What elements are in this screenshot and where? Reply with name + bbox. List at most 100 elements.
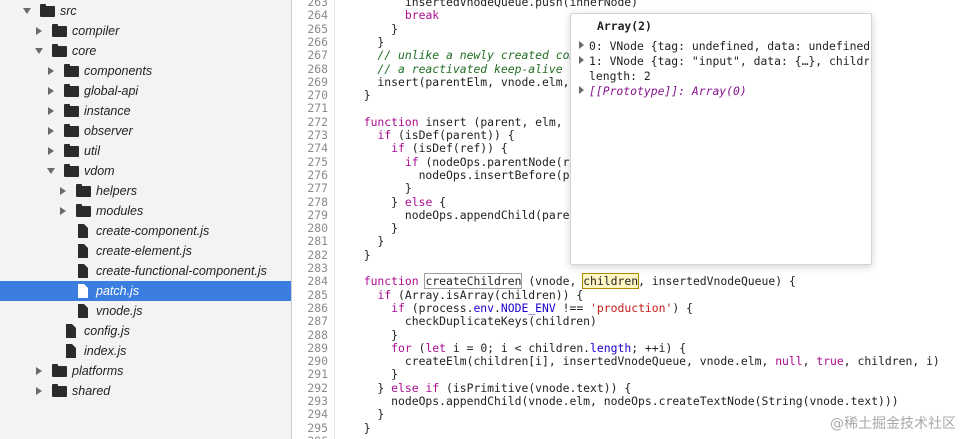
code-line: }: [350, 181, 412, 196]
tree-item-core[interactable]: core: [0, 41, 291, 61]
tree-item-observer[interactable]: observer: [0, 121, 291, 141]
tree-item-label: create-element.js: [96, 244, 192, 258]
expand-arrow-icon[interactable]: [579, 41, 584, 49]
line-number: 268: [307, 61, 328, 76]
line-number: 292: [307, 380, 328, 395]
tree-item-shared[interactable]: shared: [0, 381, 291, 401]
chevron-right-icon[interactable]: [36, 387, 42, 395]
folder-icon: [64, 84, 79, 97]
variable-inspector-popover[interactable]: Array(2) 0: VNode {tag: undefined, data:…: [570, 13, 872, 265]
tree-item-label: index.js: [84, 344, 127, 358]
code-line: break: [404, 8, 440, 23]
tree-item-label: patch.js: [96, 284, 140, 298]
folder-icon: [76, 204, 91, 217]
folder-icon: [52, 44, 67, 57]
array-prototype[interactable]: [[Prototype]]: Array(0): [579, 84, 869, 98]
tree-item-label: vdom: [84, 164, 115, 178]
tree-item-label: helpers: [96, 184, 137, 198]
line-number: 285: [307, 287, 328, 302]
code-line: } else if (isPrimitive(vnode.text)) {: [350, 380, 632, 395]
line-number: 269: [307, 74, 328, 89]
line-number: 273: [307, 128, 328, 142]
tree-item-util[interactable]: util: [0, 141, 291, 161]
line-number: 283: [307, 261, 328, 275]
chevron-down-icon[interactable]: [23, 8, 31, 14]
code-line: }: [350, 420, 371, 435]
tree-item-vnode-js[interactable]: vnode.js: [0, 301, 291, 321]
line-number: 289: [307, 340, 328, 355]
code-line: } else {: [350, 194, 447, 209]
line-number: 278: [307, 194, 328, 209]
chevron-right-icon[interactable]: [36, 27, 42, 35]
file-icon: [78, 304, 88, 318]
tree-item-instance[interactable]: instance: [0, 101, 291, 121]
code-line: }: [350, 407, 385, 422]
line-number: 270: [307, 88, 328, 103]
code-line: }: [350, 367, 399, 382]
line-number: 286: [307, 300, 328, 315]
chevron-right-icon[interactable]: [48, 147, 54, 155]
chevron-right-icon[interactable]: [60, 207, 66, 215]
folder-icon: [64, 144, 79, 157]
array-item-1[interactable]: 1: VNode {tag: "input", data: {…}, child…: [579, 54, 869, 68]
file-icon: [78, 264, 88, 278]
expand-arrow-icon[interactable]: [579, 86, 584, 94]
code-line: }: [350, 21, 399, 36]
tree-item-patch-js[interactable]: patch.js: [0, 281, 291, 301]
chevron-right-icon[interactable]: [48, 87, 54, 95]
tree-item-global-api[interactable]: global-api: [0, 81, 291, 101]
chevron-down-icon[interactable]: [47, 168, 55, 174]
folder-icon: [52, 384, 67, 397]
watermark: @稀土掘金技术社区: [830, 416, 956, 432]
file-icon: [78, 224, 88, 238]
line-number: 272: [307, 114, 328, 129]
code-line: for (let i = 0; i < children.length; ++i…: [391, 340, 687, 355]
chevron-right-icon[interactable]: [60, 187, 66, 195]
tree-item-label: instance: [84, 104, 131, 118]
tree-item-vdom[interactable]: vdom: [0, 161, 291, 181]
line-number: 284: [307, 274, 328, 289]
array-item-0[interactable]: 0: VNode {tag: undefined, data: undefine…: [579, 39, 869, 53]
chevron-right-icon[interactable]: [48, 127, 54, 135]
tree-item-components[interactable]: components: [0, 61, 291, 81]
line-number: 288: [307, 327, 328, 342]
tree-item-helpers[interactable]: helpers: [0, 181, 291, 201]
tree-item-label: components: [84, 64, 153, 78]
code-line: createElm(children[i], insertedVnodeQueu…: [350, 354, 940, 369]
code-line: checkDuplicateKeys(children): [350, 314, 597, 329]
folder-icon: [64, 124, 79, 137]
file-tree: src compiler core components global-api insta…: [0, 0, 292, 439]
line-number: 294: [307, 407, 328, 422]
folder-icon: [64, 104, 79, 117]
tree-item-platforms[interactable]: platforms: [0, 361, 291, 381]
chevron-right-icon[interactable]: [36, 367, 42, 375]
line-number: 277: [307, 181, 328, 196]
expand-arrow-icon[interactable]: [579, 56, 584, 64]
tree-item-config-js[interactable]: config.js: [0, 321, 291, 341]
folder-icon: [76, 184, 91, 197]
tree-item-label: config.js: [84, 324, 130, 338]
file-icon: [66, 344, 76, 358]
tree-item-label: global-api: [84, 84, 139, 98]
tree-item-label: create-component.js: [96, 224, 210, 238]
tree-item-label: src: [60, 4, 77, 18]
tree-item-index-js[interactable]: index.js: [0, 341, 291, 361]
file-icon: [66, 324, 76, 338]
line-number: 287: [307, 314, 328, 329]
line-number: 291: [307, 367, 328, 382]
code-line: function createChildren (vnode, children…: [363, 273, 796, 290]
chevron-down-icon[interactable]: [35, 48, 43, 54]
tree-item-modules[interactable]: modules: [0, 201, 291, 221]
line-number: 266: [307, 34, 328, 49]
tree-item-create-component-js[interactable]: create-component.js: [0, 221, 291, 241]
code-line: if (isDef(ref)) {: [391, 141, 508, 156]
tree-item-compiler[interactable]: compiler: [0, 21, 291, 41]
chevron-right-icon[interactable]: [48, 107, 54, 115]
tree-item-create-element-js[interactable]: create-element.js: [0, 241, 291, 261]
chevron-right-icon[interactable]: [48, 67, 54, 75]
tree-item-create-functional-component-js[interactable]: create-functional-component.js: [0, 261, 291, 281]
tree-item-src[interactable]: src: [0, 1, 291, 21]
code-line: if (Array.isArray(children)) {: [377, 287, 584, 302]
tree-item-label: platforms: [72, 364, 124, 378]
line-number: 280: [307, 221, 328, 236]
